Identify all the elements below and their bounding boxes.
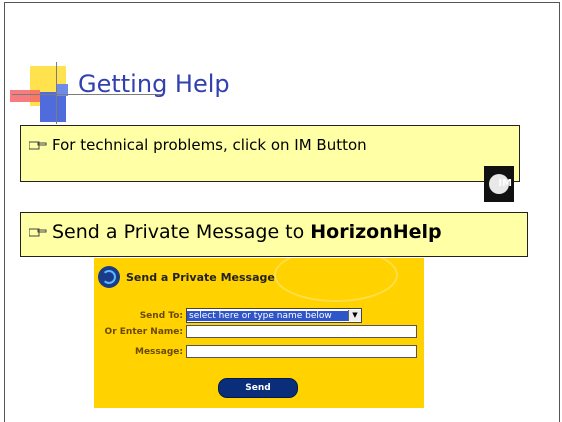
bullet-text: For technical problems, click on IM Butt… bbox=[52, 136, 367, 154]
send-to-row: Send To: select here or type name below … bbox=[94, 308, 362, 323]
message-field[interactable] bbox=[186, 345, 417, 358]
bullet-text-bold: HorizonHelp bbox=[310, 221, 442, 243]
message-row: Message: bbox=[94, 345, 417, 358]
im-button[interactable]: IM bbox=[484, 166, 514, 202]
title-decoration-vline bbox=[56, 62, 57, 124]
message-label: Message: bbox=[135, 346, 183, 357]
title-decoration-blue bbox=[40, 92, 66, 122]
im-label: IM bbox=[498, 178, 512, 189]
send-to-select[interactable]: select here or type name below ▼ bbox=[186, 308, 362, 323]
enter-name-field[interactable] bbox=[186, 325, 417, 338]
pointing-hand-icon bbox=[29, 141, 47, 149]
title-decoration-red bbox=[10, 90, 40, 102]
chevron-down-icon[interactable]: ▼ bbox=[348, 310, 361, 321]
pointing-hand-icon bbox=[29, 228, 47, 236]
form-header: Send a Private Message bbox=[98, 266, 275, 288]
bullet-line: For technical problems, click on IM Butt… bbox=[29, 136, 367, 154]
bullet-box-technical: For technical problems, click on IM Butt… bbox=[20, 125, 520, 182]
bullet-text-prefix: Send a Private Message to bbox=[52, 221, 305, 243]
bullet-line: Send a Private Message to HorizonHelp bbox=[29, 221, 442, 243]
private-message-form: Send a Private Message Send To: select h… bbox=[94, 258, 424, 408]
send-button[interactable]: Send bbox=[218, 378, 298, 398]
bullet-box-private-message: Send a Private Message to HorizonHelp bbox=[20, 212, 528, 257]
horizon-logo-icon bbox=[98, 266, 120, 288]
send-to-selected-value: select here or type name below bbox=[187, 310, 348, 321]
form-title: Send a Private Message bbox=[126, 270, 275, 284]
page-title: Getting Help bbox=[78, 70, 230, 98]
enter-name-row: Or Enter Name: bbox=[94, 325, 417, 338]
enter-name-label: Or Enter Name: bbox=[104, 326, 183, 337]
send-to-label: Send To: bbox=[139, 310, 183, 321]
swirl-decoration bbox=[274, 258, 398, 302]
